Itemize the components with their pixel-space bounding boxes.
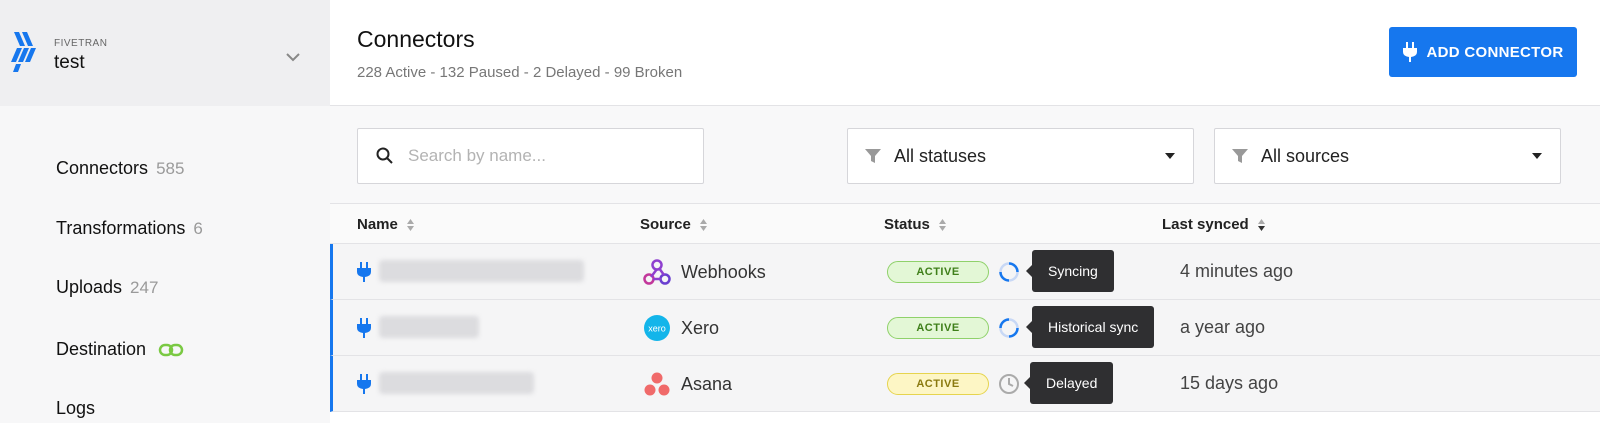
filter-icon <box>865 149 881 163</box>
column-header-name[interactable]: Name <box>357 216 415 233</box>
account-switcher[interactable]: FIVETRAN test <box>0 0 330 106</box>
sidebar-item-label: Transformations <box>56 218 186 238</box>
column-header-last-synced[interactable]: Last synced <box>1162 216 1266 233</box>
source-cell: Asana <box>643 370 732 398</box>
status-filter-select[interactable]: All statuses <box>847 128 1194 184</box>
plug-icon <box>1402 42 1417 62</box>
sidebar-item-label: Logs <box>56 398 96 418</box>
source-name: Xero <box>681 317 720 338</box>
webhooks-icon <box>643 259 671 285</box>
source-filter-select[interactable]: All sources <box>1214 128 1561 184</box>
status-tooltip: Syncing <box>1026 250 1114 292</box>
xero-icon: xero <box>644 315 670 341</box>
redacted-connector-name <box>379 316 479 338</box>
search-box[interactable] <box>357 128 704 184</box>
add-connector-button[interactable]: ADD CONNECTOR <box>1389 27 1577 77</box>
spinner-icon <box>999 318 1019 338</box>
sidebar-item-connectors[interactable]: Connectors 585 <box>56 158 184 179</box>
status-badge: ACTIVE <box>887 373 989 395</box>
sort-icon <box>1257 218 1265 231</box>
status-badge: ACTIVE <box>887 261 989 283</box>
plug-icon <box>357 262 371 282</box>
page-title: Connectors <box>357 26 475 52</box>
svg-text:xero: xero <box>648 324 666 334</box>
sidebar-item-label: Connectors <box>56 158 149 178</box>
column-header-status[interactable]: Status <box>884 216 947 233</box>
last-synced: 4 minutes ago <box>1180 261 1294 281</box>
sidebar-item-destination[interactable]: Destination <box>56 339 184 360</box>
sidebar-item-label: Uploads <box>56 277 123 297</box>
source-name: Webhooks <box>681 261 766 282</box>
table-header: Name Source Status Last synced <box>330 203 1600 244</box>
search-input[interactable] <box>408 146 678 166</box>
table-row[interactable]: Webhooks ACTIVE Syncing 4 minutes ago <box>330 244 1600 300</box>
sidebar-item-label: Destination <box>56 339 147 359</box>
clock-icon <box>999 374 1019 394</box>
add-connector-label: ADD CONNECTOR <box>1426 43 1564 61</box>
last-synced: 15 days ago <box>1180 373 1279 393</box>
sidebar-item-count: 585 <box>156 158 185 178</box>
sort-icon <box>699 218 707 231</box>
source-cell: xero Xero <box>643 314 719 342</box>
table-row[interactable]: xero Xero ACTIVE Historical sync a year … <box>330 300 1600 356</box>
column-label: Name <box>357 216 398 233</box>
filter-icon <box>1232 149 1248 163</box>
column-label: Source <box>640 216 691 233</box>
filter-bar: All statuses All sources <box>330 105 1600 203</box>
connector-summary: 228 Active - 132 Paused - 2 Delayed - 99… <box>357 64 683 81</box>
link-icon <box>158 343 184 356</box>
source-filter-value: All sources <box>1261 145 1350 166</box>
status-filter-value: All statuses <box>894 145 987 166</box>
sort-icon <box>938 218 946 231</box>
spinner-icon <box>999 262 1019 282</box>
sidebar-item-uploads[interactable]: Uploads 247 <box>56 277 158 298</box>
org-name: test <box>54 52 85 73</box>
sidebar-item-logs[interactable]: Logs <box>56 398 95 419</box>
status-tooltip: Historical sync <box>1025 306 1155 348</box>
sidebar-item-transformations[interactable]: Transformations 6 <box>56 218 203 239</box>
source-cell: Webhooks <box>643 258 766 286</box>
sidebar: FIVETRAN test Connectors 585 Transformat… <box>0 0 330 423</box>
sidebar-item-count: 6 <box>193 218 203 238</box>
redacted-connector-name <box>379 372 534 394</box>
plug-icon <box>357 318 371 338</box>
search-icon <box>376 147 393 164</box>
status-tooltip: Delayed <box>1023 362 1114 404</box>
table-row[interactable]: Asana ACTIVE Delayed 15 days ago <box>330 356 1600 412</box>
redacted-connector-name <box>379 260 584 282</box>
source-name: Asana <box>681 373 733 394</box>
sidebar-item-count: 247 <box>130 277 159 297</box>
asana-icon <box>644 372 670 396</box>
org-label: FIVETRAN <box>54 38 108 49</box>
plug-icon <box>357 374 371 394</box>
status-badge: ACTIVE <box>887 317 989 339</box>
main-content: Connectors 228 Active - 132 Paused - 2 D… <box>330 0 1600 423</box>
column-label: Status <box>884 216 930 233</box>
fivetran-logo-icon <box>11 32 36 72</box>
sort-icon <box>406 218 414 231</box>
last-synced: a year ago <box>1180 317 1266 337</box>
chevron-down-icon[interactable] <box>282 47 304 67</box>
caret-down-icon <box>1165 153 1175 159</box>
column-label: Last synced <box>1162 216 1249 233</box>
column-header-source[interactable]: Source <box>640 216 708 233</box>
caret-down-icon <box>1532 153 1542 159</box>
